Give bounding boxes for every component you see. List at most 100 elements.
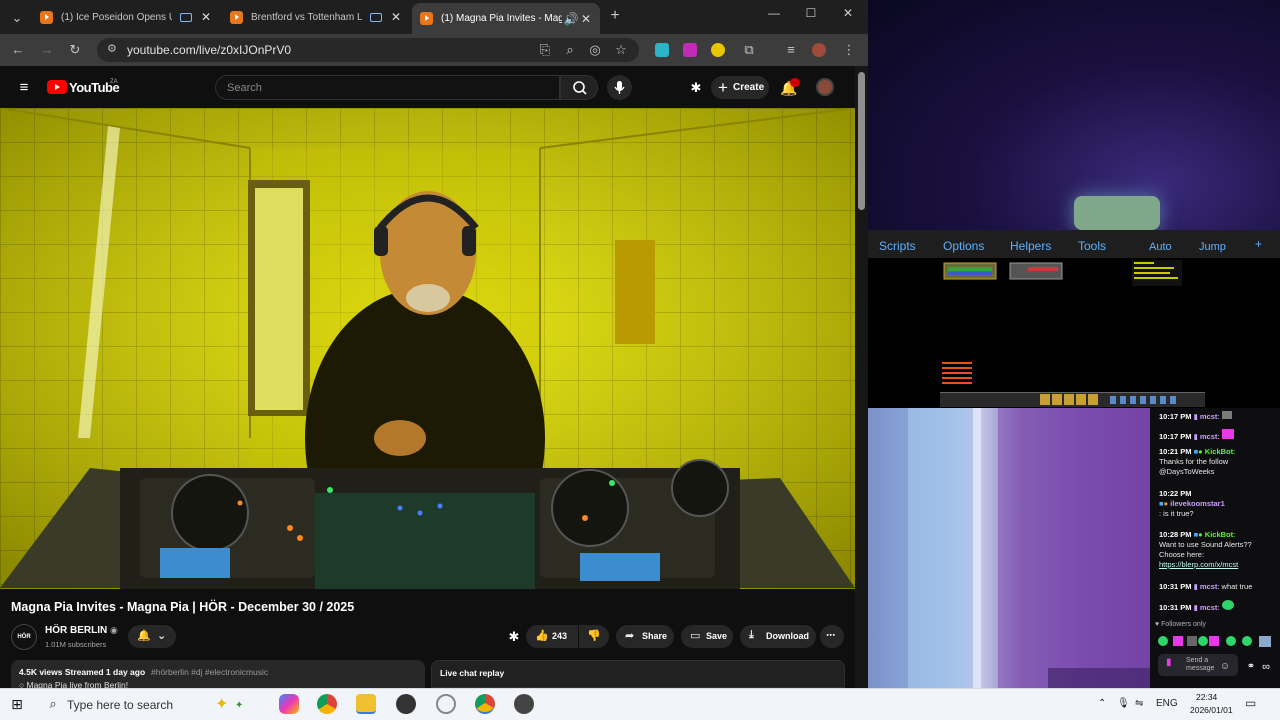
search-button[interactable] — [560, 75, 598, 100]
extension-icon-blue[interactable] — [655, 43, 669, 57]
chat-time: 10:17 PM — [1159, 432, 1192, 441]
tools-menu[interactable]: Tools — [1078, 239, 1106, 253]
like-button[interactable]: 👍 243 — [526, 625, 578, 648]
emote-bar[interactable] — [1157, 634, 1275, 648]
emote-icon — [1221, 411, 1232, 419]
close-tab-icon[interactable]: ✕ — [580, 12, 592, 26]
hashtags[interactable]: #hörberlin #dj #electronicmusic — [151, 667, 268, 677]
taskbar-search-placeholder: Type here to search — [67, 698, 174, 712]
clock-date[interactable]: 2026/01/01 — [1190, 705, 1233, 715]
chat-time: 10:28 PM — [1159, 530, 1192, 539]
chat-username[interactable]: KickBot — [1205, 530, 1233, 539]
live-chat-replay-label: Live chat replay — [440, 668, 505, 678]
infinity-icon[interactable]: ∞ — [1258, 659, 1274, 675]
taskbar-search[interactable]: ⌕ Type here to search ✦ ✦ — [37, 692, 267, 717]
install-app-icon[interactable]: ⎘ — [537, 42, 553, 58]
chat-settings-icon[interactable]: ⚭ — [1243, 659, 1259, 675]
verified-icon: ◉ — [110, 625, 118, 635]
tab-search-icon[interactable]: ⌄ — [9, 10, 25, 26]
download-icon: ⤓ — [749, 629, 754, 641]
bookmark-star-icon[interactable]: ☆ — [613, 42, 629, 58]
game-client-icon[interactable] — [514, 694, 534, 714]
search-input[interactable]: Search — [215, 75, 560, 100]
scripts-menu[interactable]: Scripts — [879, 239, 916, 253]
extension-icon-pink[interactable] — [683, 43, 697, 57]
site-info-icon[interactable]: ⚙ — [107, 42, 121, 56]
language-indicator[interactable]: ENG — [1156, 698, 1178, 709]
chat-username[interactable]: mcst — [1200, 582, 1218, 591]
close-tab-icon[interactable]: ✕ — [200, 10, 212, 24]
new-tab-button[interactable]: + — [607, 8, 623, 24]
obs-icon[interactable] — [396, 694, 416, 714]
channel-name[interactable]: HÖR BERLIN ◉ — [45, 625, 118, 636]
tab-brentford-tottenham[interactable]: Brentford vs Tottenham LIV ✕ — [222, 4, 410, 30]
media-controls-icon[interactable]: ≡ — [783, 42, 799, 58]
reload-icon[interactable]: ↻ — [67, 42, 83, 58]
file-explorer-icon[interactable] — [356, 694, 376, 714]
notifications-icon[interactable]: ▭ — [1245, 696, 1256, 710]
download-button[interactable]: ⤓ Download — [740, 625, 816, 648]
helpers-menu[interactable]: Helpers — [1010, 239, 1051, 253]
minimize-button[interactable]: — — [762, 6, 786, 20]
search-icon — [573, 81, 587, 95]
more-actions-button[interactable]: ⋯ — [820, 625, 844, 648]
chrome-icon[interactable] — [317, 694, 337, 714]
tab-magna-pia[interactable]: (1) Magna Pia Invites - Mag 🔊 ✕ — [412, 3, 600, 34]
app-icon-outline[interactable] — [436, 694, 456, 714]
chat-username[interactable]: KickBot — [1205, 447, 1233, 456]
youtube-favicon-icon — [420, 12, 433, 25]
chat-username[interactable]: mcst — [1200, 432, 1218, 441]
extension-gear-icon[interactable]: ✱ — [506, 629, 522, 645]
maximize-button[interactable]: ☐ — [799, 6, 823, 20]
account-avatar[interactable] — [816, 78, 834, 96]
extensions-puzzle-icon[interactable]: ⧉ — [741, 42, 757, 58]
zoom-icon[interactable]: ⌕ — [562, 42, 578, 58]
emoji-icon[interactable]: ☺ — [1217, 659, 1233, 675]
dislike-button[interactable]: 👎 — [579, 625, 609, 648]
back-icon[interactable]: ← — [10, 42, 26, 58]
chat-message: 10:17 PM ▮ mcst: — [1159, 429, 1275, 442]
share-button[interactable]: ➦ Share — [616, 625, 674, 648]
chrome-profile-icon[interactable] — [475, 694, 495, 714]
picture-in-picture-icon — [370, 12, 382, 22]
tray-overflow-icon[interactable]: ⌃ — [1098, 698, 1106, 709]
youtube-logo-icon[interactable] — [47, 80, 67, 94]
close-tab-icon[interactable]: ✕ — [390, 10, 402, 24]
tracking-hidden-icon[interactable]: ◎ — [587, 42, 603, 58]
close-window-button[interactable]: ✕ — [836, 6, 860, 20]
jump-button[interactable]: Jump — [1199, 241, 1226, 253]
extension-icon-yellow[interactable] — [711, 43, 725, 57]
video-player[interactable] — [0, 108, 855, 589]
chrome-menu-icon[interactable]: ⋮ — [841, 42, 857, 58]
subscribed-bell-button[interactable]: 🔔 ⌄ — [128, 625, 176, 648]
puzzle-extension-icon[interactable]: ✱ — [688, 80, 704, 96]
network-icon[interactable]: ⇋ — [1135, 698, 1143, 709]
profile-avatar-icon[interactable] — [812, 43, 826, 57]
microphone-tray-icon[interactable]: 🎙 — [1117, 698, 1130, 709]
scrollbar-thumb[interactable] — [858, 72, 865, 210]
tab-ice-poseidon[interactable]: (1) Ice Poseidon Opens Up ✕ — [32, 4, 220, 30]
hamburger-menu-icon[interactable]: ≡ — [16, 80, 32, 96]
add-button[interactable]: + — [1255, 237, 1262, 251]
clock-time[interactable]: 22:34 — [1196, 692, 1217, 702]
chat-link[interactable]: https://blerp.com/x/mcst — [1159, 560, 1238, 569]
create-button[interactable]: Create — [711, 76, 769, 99]
mic-icon: ▮ — [1166, 657, 1172, 668]
options-menu[interactable]: Options — [943, 239, 984, 253]
live-chat-replay[interactable]: Live chat replay — [431, 660, 845, 688]
channel-avatar[interactable]: HÖR — [11, 624, 37, 650]
voice-search-button[interactable] — [607, 75, 632, 100]
chat-username[interactable]: ilevekoomstar1 — [1170, 499, 1225, 508]
auto-button[interactable]: Auto — [1149, 241, 1172, 253]
save-button[interactable]: ▭ Save — [681, 625, 733, 648]
chat-username[interactable]: mcst — [1200, 412, 1218, 421]
game-action-bar[interactable] — [940, 392, 1205, 407]
kick-badge-icon: ● — [1198, 447, 1203, 456]
copilot-icon[interactable] — [279, 694, 299, 714]
game-window[interactable] — [868, 258, 1280, 408]
address-bar[interactable]: ⚙ youtube.com/live/z0xIJOnPrV0 ⎘ ⌕ ◎ ☆ — [97, 38, 639, 62]
chat-username[interactable]: mcst — [1200, 603, 1218, 612]
windows-start-icon[interactable]: ⊞ — [9, 696, 25, 712]
speaker-icon[interactable]: 🔊 — [562, 12, 580, 26]
forward-icon[interactable]: → — [39, 42, 55, 58]
